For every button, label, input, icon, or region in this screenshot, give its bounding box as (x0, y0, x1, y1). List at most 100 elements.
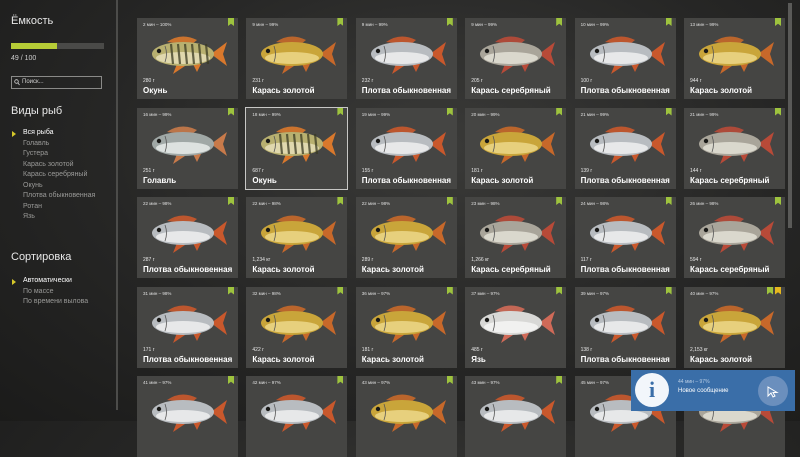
catch-time: 37 мин – 97% (471, 290, 500, 296)
fish-card[interactable]: 31 мин – 98% 171 г Плотва обыкновенная (137, 286, 238, 368)
fish-card[interactable]: 43 мин – 97% (355, 376, 457, 457)
fish-weight: 287 г (143, 257, 155, 263)
fish-name: Плотва обыкновенная (361, 86, 452, 95)
fish-image (256, 299, 337, 350)
card-badges (228, 107, 234, 116)
fish-card[interactable]: 19 мин – 99% 155 г Плотва обыкновенная (355, 107, 457, 189)
fish-image (585, 120, 665, 171)
fish-name: Карась серебряный (690, 175, 770, 185)
fish-card[interactable]: 21 мин – 99% 144 г Карась серебряный (684, 107, 785, 189)
fish-card[interactable]: 10 мин – 99% 100 г Плотва обыкновенная (574, 18, 676, 99)
fish-card[interactable]: 22 мин – 98% 289 г Карась золотой (355, 197, 457, 278)
fish-weight: 280 г (143, 78, 155, 84)
card-badges (767, 286, 781, 295)
species-item[interactable]: Голавль (11, 140, 95, 151)
fish-card[interactable]: 43 мин – 97% (465, 376, 567, 457)
fish-weight: 155 г (361, 167, 374, 174)
search-input[interactable]: Поиск... (11, 76, 102, 89)
fish-card[interactable]: 32 мин – 98% 422 г Карась золотой (246, 286, 348, 368)
bookmark-badge (556, 18, 563, 26)
fish-card[interactable]: 42 мин – 97% (246, 376, 348, 457)
fish-icon (370, 394, 446, 432)
catch-time: 22 мин – 98% (361, 201, 391, 206)
catch-time: 2 мин – 100% (143, 22, 172, 27)
species-item[interactable]: Ротан (11, 203, 95, 214)
fish-weight: 1,266 кг (471, 257, 490, 263)
bookmark-badge (775, 107, 781, 116)
capacity-title: Ёмкость (11, 15, 54, 27)
fish-weight: 139 г (580, 167, 593, 174)
fish-image (585, 299, 665, 350)
species-item[interactable]: Окунь (11, 182, 95, 193)
fish-card[interactable]: 20 мин – 99% 181 г Карась золотой (465, 107, 567, 189)
fish-name: Карась золотой (252, 86, 315, 95)
sort-item[interactable]: По массе (11, 288, 88, 299)
grid-scrollbar[interactable] (785, 0, 795, 421)
fish-icon (589, 36, 665, 74)
fish-card[interactable]: 2 мин – 100% 280 г Окунь (137, 18, 238, 99)
fish-card[interactable]: 22 мин – 98% 1,234 кг Карась золотой (246, 197, 348, 278)
fish-icon (261, 304, 337, 343)
bookmark-badge (665, 107, 672, 116)
catch-time: 16 мин – 99% (143, 111, 172, 117)
fish-card[interactable]: 16 мин – 99% 251 г Голавль (137, 107, 238, 189)
species-item[interactable]: Карась золотой (11, 161, 95, 172)
fish-weight: 944 г (690, 78, 702, 84)
fish-card[interactable]: 36 мин – 97% 181 г Карась золотой (355, 286, 457, 368)
notification-toast[interactable]: i 44 мин – 97% Новое сообщение (631, 370, 795, 411)
bookmark-badge (556, 107, 563, 116)
fish-card[interactable]: 24 мин – 98% 117 г Плотва обыкновенная (574, 197, 676, 278)
fish-name: Карась золотой (471, 175, 534, 185)
card-badges (446, 107, 453, 116)
fish-image (694, 30, 774, 81)
fish-card[interactable]: 13 мин – 99% 944 г Карась золотой (684, 18, 785, 99)
fish-card[interactable]: 23 мин – 98% 1,266 кг Карась серебряный (465, 197, 567, 278)
fish-name: Голавль (143, 175, 177, 185)
sort-item[interactable]: По времени вылова (11, 298, 88, 309)
fish-icon (699, 125, 774, 164)
grid-scrollbar-thumb[interactable] (788, 3, 792, 228)
fish-card[interactable]: 40 мин – 97% 2,153 кг Карась золотой (684, 286, 785, 368)
info-icon: i (635, 373, 669, 407)
fish-card[interactable]: 37 мин – 97% 485 г Язь (465, 286, 567, 368)
fish-weight: 687 г (252, 167, 264, 174)
fish-image (366, 299, 446, 350)
card-badges (556, 107, 563, 116)
fish-card[interactable]: 21 мин – 99% 139 г Плотва обыкновенная (574, 107, 676, 189)
sort-item[interactable]: Автоматически (11, 277, 88, 288)
bookmark-badge (337, 286, 344, 295)
fish-icon (152, 36, 227, 74)
fish-card[interactable]: 9 мин – 99% 232 г Плотва обыкновенная (355, 18, 457, 99)
fish-image (475, 120, 556, 171)
fish-weight: 231 г (252, 78, 264, 84)
species-item[interactable]: Язь (11, 213, 95, 224)
fish-icon (589, 125, 665, 164)
fish-card[interactable]: 41 мин – 97% (137, 376, 238, 457)
fish-weight: 171 г (143, 346, 155, 353)
fish-icon (370, 215, 446, 253)
fish-card[interactable]: 26 мин – 98% 594 г Карась серебряный (684, 197, 785, 278)
fish-name: Плотва обыкновенная (580, 175, 670, 185)
catch-time: 20 мин – 99% (471, 111, 500, 117)
catch-time: 21 мин – 99% (690, 111, 719, 117)
card-badges (337, 286, 344, 295)
fish-card[interactable]: 18 мин – 99% 687 г Окунь (245, 106, 349, 190)
cursor-button[interactable] (758, 376, 788, 406)
species-item[interactable]: Карась серебряный (11, 171, 95, 182)
bookmark-badge (228, 197, 234, 205)
fish-icon (261, 394, 337, 432)
bookmark-badge (665, 286, 672, 295)
fish-image (147, 30, 227, 81)
fish-card[interactable]: 22 мин – 98% 287 г Плотва обыкновенная (137, 197, 238, 278)
species-item[interactable]: Густера (11, 150, 95, 161)
species-item[interactable]: Плотва обыкновенная (11, 192, 95, 203)
bookmark-badge (228, 376, 234, 384)
fish-name: Карась золотой (690, 86, 753, 95)
species-item[interactable]: Вся рыба (11, 129, 95, 140)
sidebar-scrollbar[interactable] (116, 0, 118, 410)
fish-card[interactable]: 9 мин – 99% 205 г Карась серебряный (465, 18, 567, 99)
bookmark-badge (228, 107, 234, 116)
fish-card[interactable]: 39 мин – 97% 138 г Плотва обыкновенная (574, 286, 676, 368)
card-badges (556, 286, 563, 295)
fish-card[interactable]: 9 мин – 99% 231 г Карась золотой (246, 18, 348, 99)
